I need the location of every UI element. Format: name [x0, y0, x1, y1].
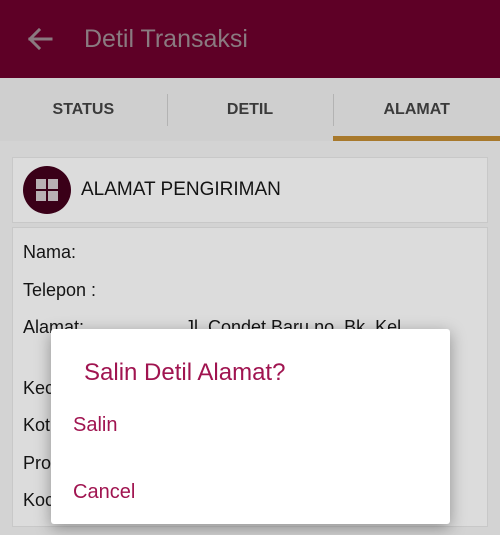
grid-icon: [36, 179, 58, 201]
screen: Detil Transaksi STATUS DETIL ALAMAT ALAM…: [0, 0, 500, 535]
back-button[interactable]: [20, 19, 60, 59]
app-bar: Detil Transaksi: [0, 0, 500, 78]
arrow-left-icon: [27, 28, 53, 50]
kota-label: Kot: [23, 415, 51, 435]
provinsi-label: Pro: [23, 453, 52, 473]
tab-detil-label: DETIL: [226, 100, 274, 118]
kecamatan-label: Kec: [23, 378, 55, 398]
tab-bar: STATUS DETIL ALAMAT: [0, 78, 500, 141]
kodepos-label: Koc: [23, 490, 55, 510]
telepon-label: Telepon :: [23, 280, 97, 300]
tab-alamat-label: ALAMAT: [383, 100, 450, 118]
tab-alamat[interactable]: ALAMAT: [333, 78, 500, 141]
page-title: Detil Transaksi: [84, 24, 248, 53]
tab-status-label: STATUS: [52, 100, 115, 118]
tab-detil[interactable]: DETIL: [166, 78, 334, 141]
copy-address-dialog: Salin Detil Alamat? Salin Cancel: [51, 329, 450, 524]
dialog-title: Salin Detil Alamat?: [84, 359, 286, 386]
section-icon-circle: [23, 166, 71, 214]
salin-option[interactable]: Salin: [73, 414, 117, 437]
section-title: ALAMAT PENGIRIMAN: [81, 179, 281, 200]
section-header: ALAMAT PENGIRIMAN: [12, 157, 488, 223]
cancel-option[interactable]: Cancel: [73, 481, 135, 504]
tab-status[interactable]: STATUS: [0, 78, 167, 141]
nama-label: Nama:: [23, 242, 77, 262]
